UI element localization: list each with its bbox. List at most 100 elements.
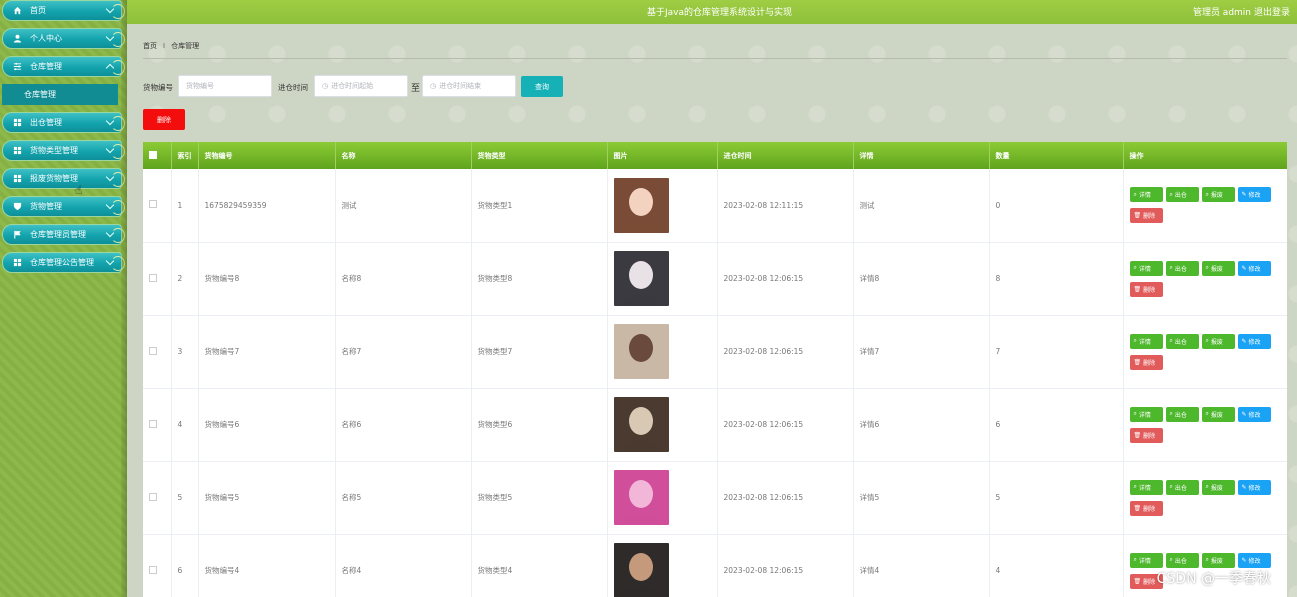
delete-button[interactable]: 删除 (143, 109, 185, 130)
sidebar-item-admins[interactable]: 仓库管理员管理 (2, 224, 125, 245)
delete-row-button[interactable]: 🗑 删除 (1129, 500, 1163, 516)
scrap-button[interactable]: ⌕ 报废 (1201, 552, 1235, 568)
out-button[interactable]: ⌕ 出仓 (1165, 333, 1199, 349)
trash-icon: 🗑 (1133, 577, 1142, 585)
delete-row-button[interactable]: 🗑 删除 (1129, 208, 1163, 224)
cell-index: 3 (171, 315, 199, 388)
sidebar-item-scrap[interactable]: 报废货物管理 (2, 168, 125, 189)
search-icon: ⌕ (1205, 264, 1209, 271)
out-button[interactable]: ⌕ 出仓 (1165, 552, 1199, 568)
cell-detail: 测试 (853, 169, 990, 242)
row-checkbox[interactable] (149, 565, 157, 574)
column-header: 货物类型 (471, 142, 608, 169)
detail-button[interactable]: ⌕ 详情 (1129, 479, 1163, 495)
sidebar-item-notices[interactable]: 仓库管理公告管理 (2, 252, 125, 273)
detail-button[interactable]: ⌕ 详情 (1129, 187, 1163, 203)
delete-row-button[interactable]: 🗑 删除 (1129, 354, 1163, 370)
edit-button[interactable]: ✎ 修改 (1237, 187, 1271, 203)
cell-code: 货物编号6 (198, 388, 336, 461)
cell-code: 货物编号8 (198, 242, 336, 315)
out-button[interactable]: ⌕ 出仓 (1165, 406, 1199, 422)
delete-row-button[interactable]: 🗑 删除 (1129, 281, 1163, 297)
cell-image (607, 315, 718, 388)
detail-button[interactable]: ⌕ 详情 (1129, 406, 1163, 422)
row-checkbox[interactable] (149, 419, 157, 428)
cell-type: 货物类型7 (471, 315, 608, 388)
search-icon: ⌕ (1133, 410, 1137, 417)
main-content: 首页 I 仓库管理 货物编号 货物编号 进仓时间 ◷ 进仓时间起始 至 ◷ 进仓时间结束… (127, 24, 1297, 597)
shield-icon (13, 202, 22, 211)
out-button[interactable]: ⌕ 出仓 (1165, 479, 1199, 495)
cell-code: 货物编号5 (198, 461, 336, 534)
cell-type: 货物类型8 (471, 242, 608, 315)
cell-name: 名称8 (335, 242, 472, 315)
sidebar-item-label: 出仓管理 (30, 118, 62, 127)
out-button[interactable]: ⌕ 出仓 (1165, 260, 1199, 276)
detail-button[interactable]: ⌕ 详情 (1129, 333, 1163, 349)
cell-image (607, 534, 718, 597)
scrap-button[interactable]: ⌕ 报废 (1201, 187, 1235, 203)
table-row: 1 1675829459359 测试 货物类型1 2023-02-08 12:11:15… (143, 169, 1287, 242)
sidebar-item-goods-type[interactable]: 货物类型管理 (2, 140, 125, 161)
search-button[interactable]: 查询 (521, 76, 563, 97)
chevron-down-icon (105, 4, 115, 14)
scrap-button[interactable]: ⌕ 报废 (1201, 333, 1235, 349)
edit-button[interactable]: ✎ 修改 (1237, 333, 1271, 349)
detail-button[interactable]: ⌕ 详情 (1129, 260, 1163, 276)
cell-image (607, 169, 718, 242)
search-icon: ⌕ (1205, 556, 1209, 563)
breadcrumb-home[interactable]: 首页 (143, 42, 157, 50)
edit-button[interactable]: ✎ 修改 (1237, 406, 1271, 422)
cell-image (607, 242, 718, 315)
sidebar-item-home[interactable]: 首页 (2, 0, 125, 21)
sidebar-item-profile[interactable]: 个人中心 (2, 28, 125, 49)
data-table: 索引 货物编号 名称 货物类型 图片 进仓时间 详情 数量 操作 1 167582… (143, 142, 1287, 597)
row-checkbox[interactable] (149, 200, 157, 209)
edit-button[interactable]: ✎ 修改 (1237, 552, 1271, 568)
cell-qty: 6 (989, 388, 1124, 461)
cell-type: 货物类型6 (471, 388, 608, 461)
edit-button[interactable]: ✎ 修改 (1237, 260, 1271, 276)
row-select-cell (143, 242, 172, 315)
grid-icon (13, 118, 22, 127)
scrap-button[interactable]: ⌕ 报废 (1201, 406, 1235, 422)
table-row: 3 货物编号7 名称7 货物类型7 2023-02-08 12:06:15 详情7 7 ⌕ 详情… (143, 315, 1287, 388)
sidebar-item-warehouse[interactable]: 仓库管理 (2, 56, 125, 77)
cell-actions: ⌕ 详情 ⌕ 出仓 ⌕ 报废 ✎ 修改 🗑 删除 (1123, 169, 1287, 242)
cell-type: 货物类型5 (471, 461, 608, 534)
detail-button[interactable]: ⌕ 详情 (1129, 552, 1163, 568)
row-checkbox[interactable] (149, 346, 157, 355)
edit-button[interactable]: ✎ 修改 (1237, 479, 1271, 495)
sidebar-item-outbound[interactable]: 出仓管理 (2, 112, 125, 133)
cell-index: 6 (171, 534, 199, 597)
cell-qty: 4 (989, 534, 1124, 597)
code-label: 货物编号 (143, 83, 173, 92)
scrap-button[interactable]: ⌕ 报废 (1201, 260, 1235, 276)
code-input[interactable]: 货物编号 (178, 75, 272, 97)
sidebar-item-goods[interactable]: 货物管理 (2, 196, 125, 217)
search-icon: ⌕ (1205, 337, 1209, 344)
select-all-checkbox[interactable] (149, 150, 157, 159)
sidebar: 首页 个人中心 仓库管理 仓库管理 出仓管理 货物类型管理 报废货物管理 货物管… (0, 0, 127, 597)
scrap-button[interactable]: ⌕ 报废 (1201, 479, 1235, 495)
sidebar-item-label: 首页 (30, 6, 46, 15)
row-checkbox[interactable] (149, 492, 157, 501)
table-row: 4 货物编号6 名称6 货物类型6 2023-02-08 12:06:15 详情6 6 ⌕ 详情… (143, 388, 1287, 461)
cell-name: 名称6 (335, 388, 472, 461)
out-button[interactable]: ⌕ 出仓 (1165, 187, 1199, 203)
delete-row-button[interactable]: 🗑 删除 (1129, 427, 1163, 443)
column-header: 详情 (853, 142, 990, 169)
cell-detail: 详情8 (853, 242, 990, 315)
start-time-input[interactable]: ◷ 进仓时间起始 (314, 75, 408, 97)
grid-icon (13, 146, 22, 155)
row-checkbox[interactable] (149, 273, 157, 282)
logout-link[interactable]: 退出登录 (1254, 5, 1290, 18)
table-header: 索引 货物编号 名称 货物类型 图片 进仓时间 详情 数量 操作 (143, 142, 1287, 169)
sidebar-subitem-warehouse[interactable]: 仓库管理 (2, 84, 118, 105)
search-icon: ⌕ (1133, 483, 1137, 490)
column-header: 操作 (1123, 142, 1287, 169)
trash-icon: 🗑 (1133, 358, 1142, 366)
goods-photo (613, 177, 669, 233)
end-time-input[interactable]: ◷ 进仓时间结束 (422, 75, 516, 97)
search-icon: ⌕ (1169, 410, 1173, 417)
